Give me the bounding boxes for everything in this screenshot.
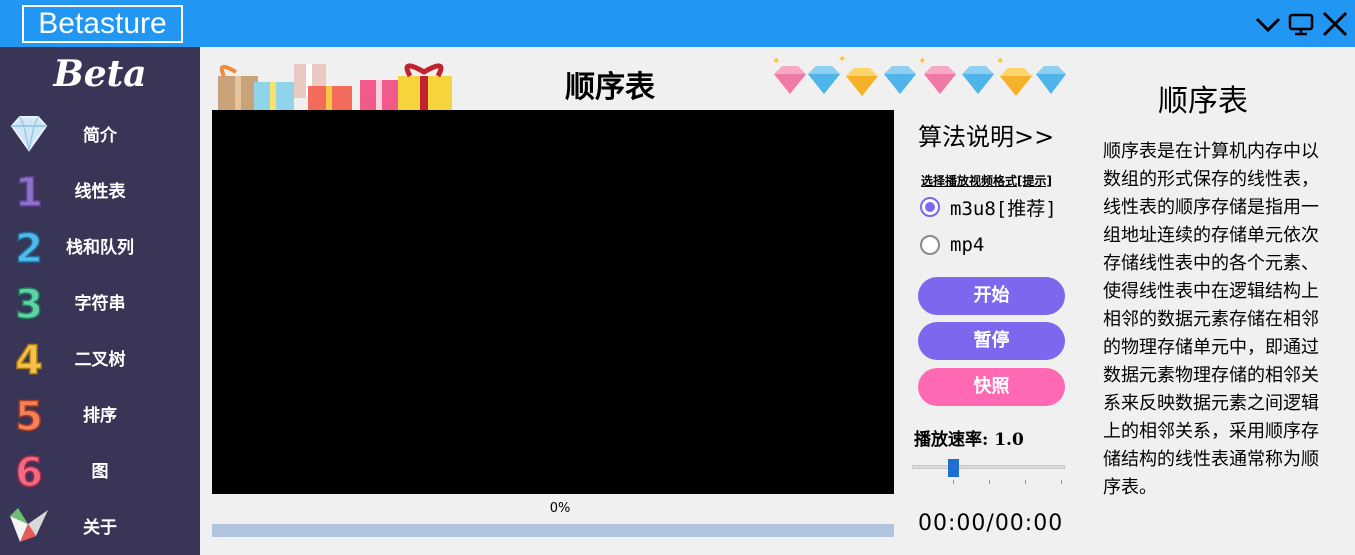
sidebar-item-intro[interactable]: 简介 (0, 106, 200, 160)
sidebar-item-binary-tree[interactable]: 4 二叉树 (0, 330, 200, 385)
monitor-icon[interactable] (1287, 10, 1315, 38)
sidebar-item-graph[interactable]: 6 图 (0, 442, 200, 497)
radio-button[interactable] (920, 197, 940, 217)
speed-label: 播放速率: 1.0 (914, 430, 1024, 450)
sidebar-item-label: 字符串 (74, 294, 126, 314)
speed-slider[interactable] (912, 465, 1065, 469)
radio-label: mp4 (950, 234, 985, 256)
app-logo: Betasture (22, 5, 183, 43)
progress-bar[interactable] (212, 524, 894, 537)
chevron-down-icon[interactable] (1254, 10, 1282, 38)
sidebar-item-label: 栈和队列 (66, 238, 134, 258)
gift-boxes-decoration (210, 54, 460, 110)
svg-text:✦: ✦ (838, 54, 846, 65)
slider-tick (1061, 480, 1062, 484)
sidebar-item-linear-list[interactable]: 1 线性表 (0, 162, 200, 217)
radio-button[interactable] (920, 235, 940, 255)
sidebar-item-label: 排序 (83, 406, 117, 426)
timecode: 00:00/00:00 (918, 511, 1064, 536)
sidebar-item-string[interactable]: 3 字符串 (0, 274, 200, 329)
title-bar: Betasture (0, 0, 1355, 47)
format-hint-label[interactable]: 选择播放视频格式[提示] (921, 172, 1052, 189)
start-button[interactable]: 开始 (918, 277, 1065, 315)
description-body: 顺序表是在计算机内存中以数组的形式保存的线性表，线性表的顺序存储是指用一组地址连… (1103, 141, 1319, 498)
sidebar-item-sort[interactable]: 5 排序 (0, 386, 200, 441)
svg-text:✦: ✦ (772, 56, 780, 67)
close-icon[interactable] (1321, 10, 1349, 38)
sidebar-item-label: 二叉树 (74, 350, 126, 370)
description-title: 顺序表 (1158, 84, 1248, 119)
video-player[interactable] (212, 110, 894, 494)
radio-label: m3u8[推荐] (950, 197, 1057, 220)
sidebar-item-stack-queue[interactable]: 2 栈和队列 (0, 218, 200, 273)
algorithm-description-link[interactable]: 算法说明>> (918, 117, 1054, 152)
sidebar: Beta 简介 1 线性表 2 栈和队列 3 字符串 4 二叉树 5 排序 6 … (0, 47, 200, 555)
svg-text:✦: ✦ (996, 56, 1004, 67)
gems-decoration: ✦ ✦ ✦ ✦ (768, 54, 1068, 104)
sidebar-item-label: 简介 (83, 126, 117, 146)
snapshot-button[interactable]: 快照 (918, 368, 1065, 406)
format-option-mp4[interactable]: mp4 (920, 232, 984, 258)
slider-tick (1025, 480, 1026, 484)
format-option-m3u8[interactable]: m3u8[推荐] (920, 194, 1057, 220)
sidebar-item-label: 线性表 (74, 182, 126, 202)
slider-tick (989, 480, 990, 484)
svg-text:✦: ✦ (918, 56, 926, 67)
sidebar-item-label: 关于 (83, 518, 117, 538)
sidebar-brand: Beta (53, 53, 147, 95)
speed-slider-thumb[interactable] (948, 459, 960, 477)
sidebar-item-label: 图 (91, 462, 109, 482)
page-title: 顺序表 (565, 70, 655, 105)
sidebar-item-about[interactable]: 关于 (0, 498, 200, 552)
progress-percent: 0% (549, 501, 571, 516)
slider-tick (953, 480, 954, 484)
pause-button[interactable]: 暂停 (918, 322, 1065, 360)
